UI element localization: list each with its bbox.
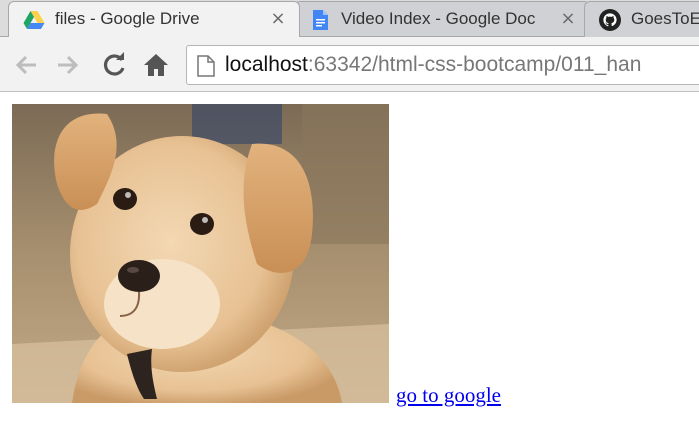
address-bar[interactable]: localhost:63342/html-css-bootcamp/011_ha… <box>186 45 699 85</box>
url-host: localhost <box>225 53 308 76</box>
tab-title: Video Index - Google Doc <box>341 9 536 28</box>
go-to-google-link[interactable]: go to google <box>396 383 501 408</box>
home-icon[interactable] <box>142 51 170 79</box>
forward-arrow-icon[interactable] <box>54 51 82 79</box>
back-arrow-icon[interactable] <box>12 51 40 79</box>
github-icon <box>599 9 621 31</box>
tab-github[interactable]: GoesToE <box>584 1 699 37</box>
tab-strip: GoesToE Video Index - Google Doc × files… <box>0 0 699 37</box>
tab-title: files - Google Drive <box>55 9 200 28</box>
puppy-image <box>12 104 389 403</box>
tab-video-index[interactable]: Video Index - Google Doc × <box>294 1 590 37</box>
browser-toolbar: localhost:63342/html-css-bootcamp/011_ha… <box>0 36 699 92</box>
page-content: go to google <box>0 93 699 441</box>
close-icon[interactable]: × <box>559 10 577 28</box>
reload-icon[interactable] <box>100 51 128 79</box>
google-drive-icon <box>23 11 45 29</box>
tab-files-google-drive[interactable]: files - Google Drive × <box>8 1 300 37</box>
page-icon <box>197 55 215 77</box>
url-path: :63342/html-css-bootcamp/011_han <box>307 53 642 76</box>
address-url[interactable]: localhost:63342/html-css-bootcamp/011_ha… <box>225 53 641 77</box>
close-icon[interactable]: × <box>269 10 287 28</box>
tab-title: GoesToE <box>631 9 699 28</box>
google-docs-icon <box>313 10 328 30</box>
